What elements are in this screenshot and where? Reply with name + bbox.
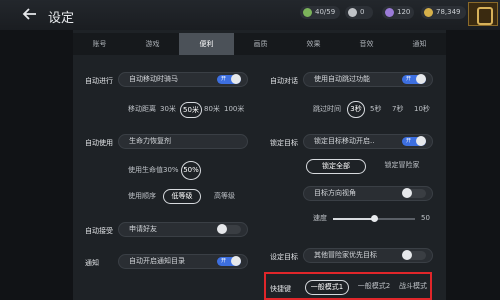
- tab-game[interactable]: 游戏: [126, 33, 179, 55]
- auto-move-row: 自动移动时骑马 开: [118, 72, 248, 87]
- distance-option-80[interactable]: 80米: [204, 103, 220, 116]
- skip-option-3[interactable]: 3秒: [347, 101, 365, 118]
- priority-target-text: 其他冒险家优先目标: [314, 251, 377, 259]
- lock-move-text: 锁定目标移动开启..: [314, 137, 375, 145]
- priority-target-toggle[interactable]: [402, 250, 426, 260]
- silver-counter: 0: [345, 6, 373, 19]
- auto-dialog-label: 自动对话: [270, 77, 298, 85]
- friend-request-text: 申请好友: [129, 225, 157, 233]
- shortcut-mode-battle[interactable]: 战斗模式: [396, 280, 430, 295]
- set-target-label: 设定目标: [270, 253, 298, 261]
- target-view-text: 目标方向视角: [314, 189, 356, 197]
- notify-text: 自动开启通知目录: [129, 257, 185, 265]
- friend-request-toggle[interactable]: [217, 224, 241, 234]
- notify-toggle[interactable]: 开: [217, 256, 241, 266]
- auto-skip-row: 使用自动跳过功能 开: [303, 72, 433, 87]
- speed-label: 速度: [313, 214, 327, 222]
- order-option-low[interactable]: 低等级: [163, 189, 201, 204]
- gem-counter: 120: [382, 6, 414, 19]
- lock-move-toggle[interactable]: 开: [402, 136, 426, 146]
- distance-option-100[interactable]: 100米: [224, 103, 244, 116]
- back-arrow-icon[interactable]: [22, 6, 38, 22]
- auto-move-text: 自动移动时骑马: [129, 75, 178, 83]
- skip-option-7[interactable]: 7秒: [392, 103, 403, 116]
- lock-all-button[interactable]: 锁定全部: [306, 159, 366, 174]
- top-bar: 设定 40/59 0 120 78,349: [0, 0, 500, 30]
- auto-move-label: 自动进行: [85, 77, 113, 85]
- gem-icon: [385, 8, 394, 17]
- auto-use-label: 自动使用: [85, 139, 113, 147]
- tab-effects[interactable]: 效果: [287, 33, 340, 55]
- stamina-icon: [303, 8, 312, 17]
- priority-target-row: 其他冒险家优先目标: [303, 248, 433, 263]
- hp-option-50[interactable]: 50%: [181, 161, 201, 180]
- lock-target-label: 锁定目标: [270, 139, 298, 147]
- tab-convenience[interactable]: 便利: [179, 33, 234, 55]
- tab-graphics[interactable]: 画质: [234, 33, 287, 55]
- target-view-row: 目标方向视角: [303, 186, 433, 201]
- page-title: 设定: [48, 11, 75, 26]
- silver-coin-icon: [348, 8, 357, 17]
- gold-counter: 78,349: [421, 6, 466, 19]
- lock-adventurer-button[interactable]: 锁定冒险家: [372, 159, 432, 174]
- shortcut-mode-normal1[interactable]: 一般模式1: [305, 280, 349, 295]
- use-order-label: 使用顺序: [128, 192, 156, 200]
- notify-label: 通知: [85, 259, 99, 267]
- target-view-toggle[interactable]: [402, 188, 426, 198]
- order-option-high[interactable]: 高等级: [214, 190, 235, 203]
- distance-option-50[interactable]: 50米: [180, 102, 202, 118]
- potion-select-button[interactable]: 生命力恢复剂: [118, 134, 248, 149]
- hp-option-30[interactable]: 30%: [163, 164, 179, 177]
- skip-option-5[interactable]: 5秒: [370, 103, 381, 116]
- tab-notification[interactable]: 通知: [393, 33, 446, 55]
- auto-skip-toggle[interactable]: 开: [402, 74, 426, 84]
- speed-value: 50: [421, 214, 430, 222]
- shortcut-label: 快捷键: [270, 285, 291, 293]
- shop-icon[interactable]: [468, 2, 498, 26]
- gold-coin-icon: [424, 8, 433, 17]
- tab-sound[interactable]: 音效: [340, 33, 393, 55]
- auto-skip-text: 使用自动跳过功能: [314, 75, 370, 83]
- notify-row: 自动开启通知目录 开: [118, 254, 248, 269]
- distance-option-30[interactable]: 30米: [160, 103, 176, 116]
- settings-tabs: 账号 游戏 便利 画质 效果 音效 通知: [73, 33, 446, 55]
- speed-slider-fill: [333, 218, 374, 220]
- friend-request-row: 申请好友: [118, 222, 248, 237]
- stamina-counter: 40/59: [300, 6, 340, 19]
- lock-move-row: 锁定目标移动开启.. 开: [303, 134, 433, 149]
- hp-threshold-label: 使用生命值: [128, 166, 163, 174]
- shortcut-mode-normal2[interactable]: 一般模式2: [354, 280, 394, 295]
- speed-slider-knob[interactable]: [371, 215, 378, 222]
- skip-time-label: 跳过时间: [313, 105, 341, 113]
- auto-accept-label: 自动接受: [85, 227, 113, 235]
- auto-move-toggle[interactable]: 开: [217, 74, 241, 84]
- distance-label: 移动距离: [128, 105, 156, 113]
- skip-option-10[interactable]: 10秒: [414, 103, 430, 116]
- tab-account[interactable]: 账号: [73, 33, 126, 55]
